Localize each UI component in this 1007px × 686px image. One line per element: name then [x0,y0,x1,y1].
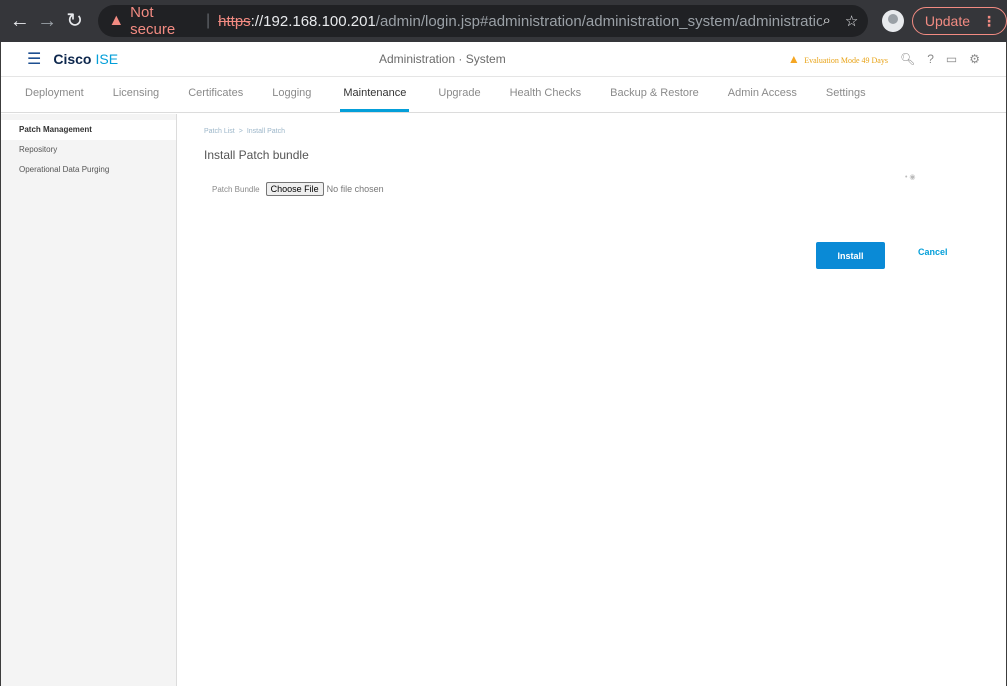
url-host: ://192.168.100.201 [250,12,376,30]
bookmark-star-icon[interactable]: ☆ [845,12,858,30]
sidebar-item-repository[interactable]: Repository [1,140,176,160]
evaluation-mode-label[interactable]: Evaluation Mode 49 Days [804,56,888,65]
warning-triangle-icon: ▲ [108,12,125,29]
update-label: Update [924,13,971,29]
tab-upgrade[interactable]: Upgrade [438,87,480,112]
app-window: ☰ Cisco ISE Administration · System ▲ Eva… [0,42,1007,686]
reload-icon[interactable]: ↻ [61,0,88,42]
install-button[interactable]: Install [816,242,885,269]
url-divider: | [205,12,211,29]
file-status-text: No file chosen [326,184,384,194]
back-arrow-icon[interactable]: ← [6,0,33,42]
patch-bundle-field: Patch Bundle Choose File No file chosen [204,182,384,196]
main-content: Patch List > Install Patch Install Patch b… [204,128,384,196]
breadcrumb: Patch List > Install Patch [204,128,384,135]
menu-kebab-icon: ⋮ [982,12,997,29]
cancel-button[interactable]: Cancel [918,247,948,257]
evaluation-warning-icon: ▲ [787,52,800,66]
update-button[interactable]: Update ⋮ [911,7,1007,35]
page-context-title: Administration · System [379,52,506,66]
profile-avatar[interactable] [882,10,904,32]
not-secure-label[interactable]: Not secure [130,4,198,38]
search-icon[interactable]: 🔍︎ [900,52,915,66]
tab-backup-restore[interactable]: Backup & Restore [610,87,699,112]
breadcrumb-chevron-icon: > [238,128,243,135]
tab-maintenance[interactable]: Maintenance [340,87,410,112]
app-header: ☰ Cisco ISE Administration · System ▲ Eva… [1,42,1006,77]
tab-settings[interactable]: Settings [826,87,866,112]
tab-certificates[interactable]: Certificates [188,87,243,112]
sidebar-item-patch-management[interactable]: Patch Management [1,120,176,140]
dashboard-icon[interactable]: ▭ [946,52,957,66]
url-scheme: https [218,12,251,30]
breadcrumb-current: Install Patch [246,128,285,135]
tab-deployment[interactable]: Deployment [25,87,84,112]
tab-logging[interactable]: Logging [272,87,311,112]
zoom-icon[interactable]: ⌕ [822,12,830,30]
brand-logo: Cisco ISE [53,51,118,67]
hamburger-menu-icon[interactable]: ☰ [27,49,41,69]
loading-dots-icon: • ◉ [905,174,916,181]
tab-licensing[interactable]: Licensing [113,87,159,112]
tab-health-checks[interactable]: Health Checks [510,87,582,112]
top-tabs: Deployment Licensing Certificates Loggin… [1,77,1006,113]
browser-toolbar: ← → ↻ ▲ Not secure | https ://192.168.10… [0,0,1007,42]
help-icon[interactable]: ? [927,52,934,66]
brand-product: ISE [95,51,119,67]
url-path: /admin/login.jsp#administration/administ… [375,12,823,30]
address-bar[interactable]: ▲ Not secure | https ://192.168.100.201 … [98,4,869,38]
patch-bundle-label: Patch Bundle [212,184,260,194]
sidebar-item-operational-data-purging[interactable]: Operational Data Purging [1,160,176,180]
forward-arrow-icon[interactable]: → [33,0,60,42]
breadcrumb-patch-list[interactable]: Patch List [204,128,235,135]
page-title: Install Patch bundle [204,148,309,162]
gear-icon[interactable]: ⚙ [969,52,980,66]
tab-admin-access[interactable]: Admin Access [728,87,797,112]
choose-file-button[interactable]: Choose File [265,182,324,196]
brand-name: Cisco [53,51,92,67]
sidebar: Patch Management Repository Operational … [1,114,177,686]
